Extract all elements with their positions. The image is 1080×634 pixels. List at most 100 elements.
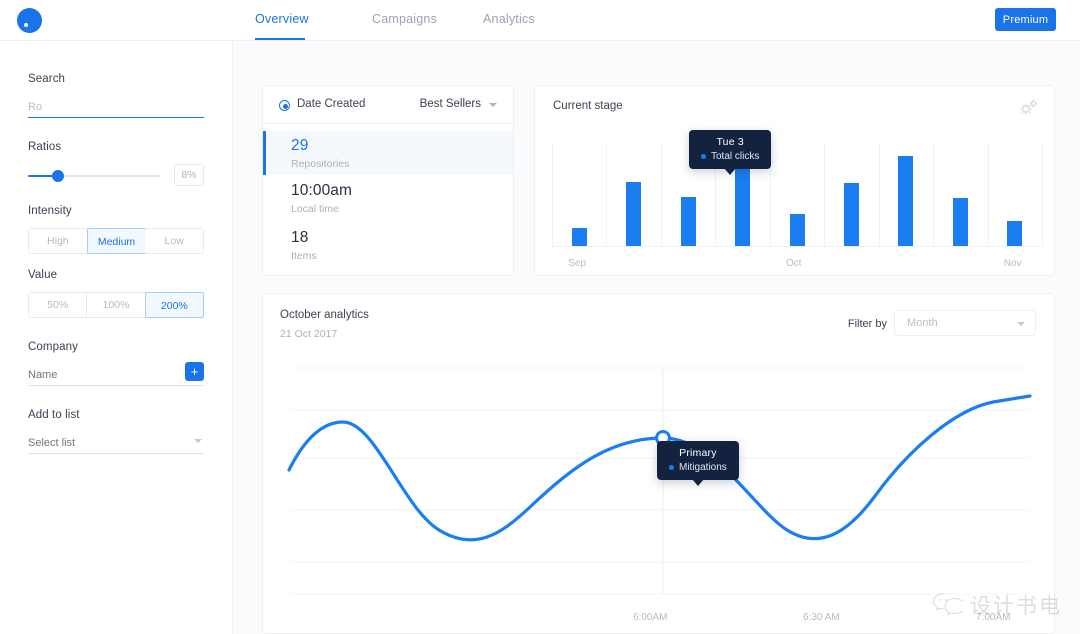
intensity-label: Intensity xyxy=(28,205,72,217)
line-axis-label-0600: 6:00AM xyxy=(633,612,668,623)
current-stage-bar-chart xyxy=(552,144,1043,246)
chevron-down-icon xyxy=(1017,322,1025,326)
radio-inner-dot xyxy=(282,103,288,109)
october-analytics-card: October analytics 21 Oct 2017 Filter by … xyxy=(262,293,1055,634)
ratios-value: 8% xyxy=(174,164,204,186)
tooltip-series-dot xyxy=(701,153,706,159)
tab-analytics[interactable]: Analytics xyxy=(483,12,535,26)
tooltip-series: Mitigations xyxy=(669,462,727,473)
bar-axis-label-oct: Oct xyxy=(786,258,802,269)
bar-axis-label-nov: Nov xyxy=(1003,258,1022,269)
october-analytics-title: October analytics xyxy=(280,309,369,321)
date-created-card: Date Created Best Sellers 29 Repositorie… xyxy=(262,85,514,276)
select-list-row xyxy=(28,432,204,454)
tab-overview[interactable]: Overview xyxy=(255,12,309,26)
filter-by-value: Month xyxy=(907,317,938,329)
line-axis-label-0630: 6:30 AM xyxy=(803,612,840,623)
stat-value: 29 xyxy=(291,137,309,154)
chevron-down-icon[interactable] xyxy=(489,103,497,107)
top-navigation-bar: Overview Campaigns Analytics Premium xyxy=(0,0,1080,41)
chevron-down-icon[interactable] xyxy=(194,439,202,443)
bar-chart-gridline xyxy=(824,144,826,246)
tab-campaigns[interactable]: Campaigns xyxy=(372,12,437,26)
value-option-50[interactable]: 50% xyxy=(29,293,88,317)
premium-button[interactable]: Premium xyxy=(995,8,1056,31)
value-segmented-control: 50% 100% 200% xyxy=(28,292,204,318)
active-tab-indicator xyxy=(255,38,305,40)
tooltip-series: Total clicks xyxy=(701,151,759,162)
value-option-200[interactable]: 200% xyxy=(144,292,204,318)
bar-chart-gridline xyxy=(987,144,989,246)
intensity-option-low[interactable]: Low xyxy=(145,229,204,253)
sidebar-field-intensity: Intensity High Medium Low xyxy=(28,205,204,254)
line-chart-tooltip: Primary Mitigations xyxy=(657,441,739,486)
watermark: 设计书电 xyxy=(933,590,1062,620)
date-created-radio[interactable] xyxy=(279,100,290,111)
intensity-segmented-control: High Medium Low xyxy=(28,228,204,254)
add-to-list-label: Add to list xyxy=(28,409,80,421)
current-stage-title: Current stage xyxy=(553,100,623,112)
value-label: Value xyxy=(28,269,58,281)
company-label: Company xyxy=(28,341,78,353)
gears-icon[interactable] xyxy=(1017,96,1041,120)
tooltip-series-label: Mitigations xyxy=(679,462,727,473)
bar-chart-gridline xyxy=(606,144,608,246)
date-created-card-header: Date Created Best Sellers xyxy=(263,86,513,124)
tooltip-title: Tue 3 xyxy=(716,136,744,148)
ratios-label: Ratios xyxy=(28,141,62,153)
tooltip-title: Primary xyxy=(679,447,717,459)
app-root: Overview Campaigns Analytics Premium Sea… xyxy=(0,0,1080,634)
bar-chart-bar[interactable] xyxy=(735,166,751,246)
sidebar-field-ratios: Ratios 8% xyxy=(28,141,204,188)
bar-chart-gridline xyxy=(878,144,880,246)
stat-label: Local time xyxy=(291,203,339,215)
stat-label: Items xyxy=(291,250,317,262)
bar-axis-label-sep: Sep xyxy=(568,258,587,269)
bar-chart-gridline xyxy=(660,144,662,246)
tooltip-pointer xyxy=(724,168,737,175)
stat-value: 10:00am xyxy=(291,182,353,199)
bar-chart-bar[interactable] xyxy=(952,198,968,246)
filter-by-select[interactable]: Month xyxy=(894,310,1036,336)
sidebar-field-company: Company + xyxy=(28,341,204,386)
search-input[interactable] xyxy=(28,96,204,118)
bar-chart-gridline xyxy=(552,144,553,246)
stat-local-time[interactable]: 10:00am Local time xyxy=(263,182,513,226)
ratios-slider[interactable]: 8% xyxy=(28,164,204,188)
bar-chart-bar[interactable] xyxy=(843,182,859,246)
current-stage-card: Current stage Sep Oct Nov Tue 3 Total cl… xyxy=(534,85,1055,276)
intensity-option-high[interactable]: High xyxy=(29,229,88,253)
tooltip-series-dot xyxy=(669,464,674,470)
bar-chart-gridline xyxy=(1042,144,1043,246)
best-sellers-dropdown[interactable]: Best Sellers xyxy=(420,98,481,110)
intensity-option-medium[interactable]: Medium xyxy=(86,228,147,254)
slider-thumb[interactable] xyxy=(52,170,64,182)
main-content: Date Created Best Sellers 29 Repositorie… xyxy=(233,41,1080,634)
bar-chart-bar[interactable] xyxy=(626,181,642,246)
sidebar-field-value: Value 50% 100% 200% xyxy=(28,269,204,318)
select-list-input[interactable] xyxy=(28,432,204,454)
value-option-100[interactable]: 100% xyxy=(87,293,146,317)
bar-chart-bar[interactable] xyxy=(1007,220,1023,246)
bar-chart-tooltip: Tue 3 Total clicks xyxy=(689,130,772,175)
bar-chart-gridline xyxy=(933,144,935,246)
bar-chart-bar[interactable] xyxy=(898,156,914,246)
company-name-input[interactable] xyxy=(28,364,204,386)
add-company-button[interactable]: + xyxy=(185,362,204,381)
search-label: Search xyxy=(28,73,66,85)
bar-chart-baseline xyxy=(552,246,1042,247)
stat-repositories[interactable]: 29 Repositories xyxy=(263,131,513,175)
logo-dot xyxy=(24,23,28,27)
tooltip-pointer xyxy=(691,479,704,486)
company-input-row: + xyxy=(28,362,204,386)
sidebar-field-add-to-list: Add to list xyxy=(28,409,204,454)
tooltip-series-label: Total clicks xyxy=(711,151,760,162)
filter-by-label: Filter by xyxy=(847,318,887,330)
stat-items[interactable]: 18 Items xyxy=(263,229,513,273)
bar-chart-bar[interactable] xyxy=(571,227,587,246)
sidebar: Search Ratios 8% Intensity High Medium L… xyxy=(0,41,233,634)
bar-chart-bar[interactable] xyxy=(789,214,805,246)
october-analytics-date: 21 Oct 2017 xyxy=(280,328,338,340)
app-logo[interactable] xyxy=(17,8,42,33)
bar-chart-bar[interactable] xyxy=(680,197,696,246)
